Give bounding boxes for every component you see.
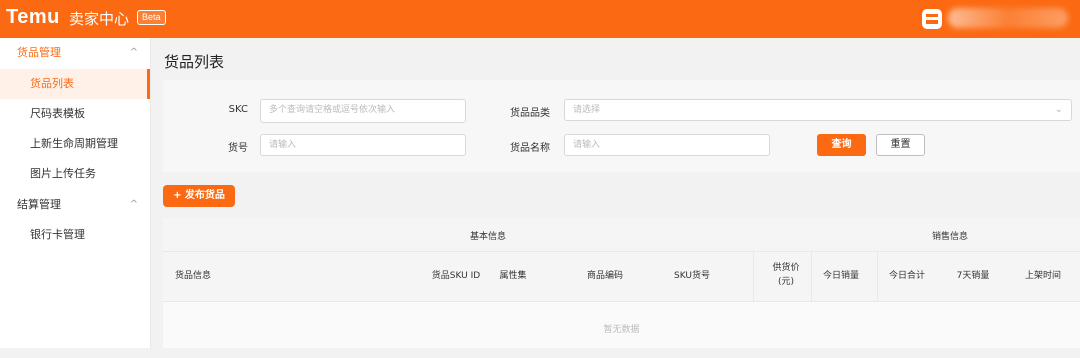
query-button[interactable]: 查询 (817, 134, 866, 156)
category-select[interactable]: 请选择 ⌄ (564, 99, 1072, 121)
app-name: 卖家中心 (69, 10, 130, 28)
temu-logo[interactable]: Temu (6, 6, 60, 29)
sidebar-item-lifecycle[interactable]: 上新生命周期管理 (0, 129, 150, 159)
skc-label: SKC (228, 104, 248, 115)
col-today-sales: 今日销量 (822, 271, 859, 281)
item-no-input[interactable]: 请输入 (260, 134, 466, 156)
reset-button[interactable]: 重置 (876, 134, 925, 156)
sidebar-item-goods-list[interactable]: 货品列表 (0, 69, 150, 99)
col-sku-id: 货品SKU ID (431, 271, 481, 281)
publish-goods-button[interactable]: + 发布货品 (163, 185, 235, 207)
item-no-label: 货号 (228, 143, 248, 154)
sidebar-group-settlement[interactable]: 结算管理 ^ (0, 190, 150, 220)
category-placeholder: 请选择 (573, 105, 601, 115)
column-divider (877, 252, 878, 302)
sidebar-group-label: 结算管理 (17, 198, 61, 211)
table-column-header: 货品信息 货品SKU ID 属性集 商品编码 SKU货号 供货价 (元) 今日销… (163, 252, 1080, 302)
table-group-header: 基本信息 销售信息 (163, 218, 1080, 252)
beta-badge: Beta (137, 10, 166, 25)
store-icon[interactable] (922, 9, 942, 29)
sidebar-group-goods[interactable]: 货品管理 ^ (0, 38, 150, 68)
top-bar: Temu 卖家中心 Beta (0, 0, 1080, 38)
skc-input[interactable]: 多个查询请空格或逗号依次输入 (260, 99, 466, 123)
group-basic-info: 基本信息 (469, 232, 506, 242)
col-goods-info: 货品信息 (174, 271, 211, 281)
group-sales-info: 销售信息 (931, 232, 968, 242)
chevron-up-icon: ^ (129, 47, 138, 58)
chevron-up-icon: ^ (129, 199, 138, 210)
name-label: 货品名称 (510, 143, 550, 154)
empty-state: 暂无数据 (163, 302, 1080, 348)
page-title: 货品列表 (164, 53, 225, 71)
column-divider (753, 252, 754, 302)
sidebar-item-bank-card[interactable]: 银行卡管理 (0, 220, 150, 250)
col-today-total: 今日合计 (888, 271, 925, 281)
col-attributes: 属性集 (499, 271, 527, 281)
sidebar-item-size-template[interactable]: 尺码表模板 (0, 99, 150, 129)
goods-table: 基本信息 销售信息 货品信息 货品SKU ID 属性集 商品编码 SKU货号 供… (163, 218, 1080, 348)
col-supply-price: 供货价 (元) (772, 263, 800, 287)
col-7day-sales: 7天销量 (956, 271, 990, 281)
col-listing-time: 上架时间 (1024, 271, 1061, 281)
chevron-down-icon: ⌄ (1054, 104, 1063, 115)
column-divider (811, 252, 812, 302)
filter-panel (163, 80, 1080, 172)
sidebar-item-image-upload[interactable]: 图片上传任务 (0, 159, 150, 189)
category-label: 货品品类 (510, 108, 550, 119)
sidebar-group-label: 货品管理 (17, 46, 61, 59)
sidebar: 货品管理 ^ 货品列表 尺码表模板 上新生命周期管理 图片上传任务 结算管理 ^… (0, 38, 151, 348)
col-product-code: 商品编码 (586, 271, 623, 281)
user-menu[interactable] (948, 8, 1068, 28)
col-sku-no: SKU货号 (674, 271, 710, 281)
name-input[interactable]: 请输入 (564, 134, 770, 156)
